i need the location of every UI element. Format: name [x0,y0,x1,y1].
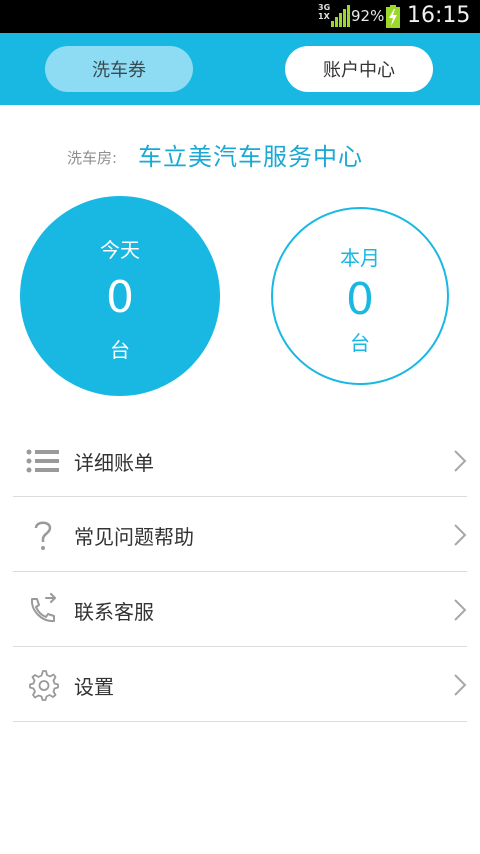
menu-item-bill-details[interactable]: 详细账单 [13,423,467,497]
menu-item-settings[interactable]: 设置 [13,647,467,722]
chevron-right-icon [454,524,467,546]
battery-percent: 92% [351,7,385,25]
signal-strength-icon [331,5,350,27]
menu-item-label: 常见问题帮助 [74,525,194,549]
chevron-right-icon [454,599,467,621]
clock: 16:15 [407,3,471,28]
month-count-circle: 本月 0 台 [271,207,449,385]
network-type: 3G 1X [318,3,330,21]
month-label: 本月 [340,246,380,270]
menu-item-label: 详细账单 [74,451,154,475]
chevron-right-icon [454,674,467,696]
question-icon [34,521,52,550]
today-unit: 台 [110,338,130,362]
shop-info: 洗车房: 车立美汽车服务中心 [0,130,480,176]
battery-charging-icon [386,5,400,28]
gear-icon [29,670,59,701]
today-label: 今天 [100,238,140,262]
shop-label: 洗车房: [67,149,118,167]
today-count: 0 [106,272,134,323]
tab-account-center[interactable]: 账户中心 [285,46,433,92]
network-type-top: 3G [318,3,331,12]
status-bar: 3G 1X 92% 16:15 [0,0,480,33]
list-icon [26,449,59,473]
menu-item-contact-support[interactable]: 联系客服 [13,572,467,647]
menu-item-faq-help[interactable]: 常见问题帮助 [13,497,467,572]
phone-icon [30,593,56,623]
month-count: 0 [346,274,374,325]
shop-name: 车立美汽车服务中心 [138,143,363,171]
today-count-circle: 今天 0 台 [20,196,220,396]
menu-list: 详细账单 常见问题帮助 联系客服 设置 [0,423,480,722]
network-type-bottom: 1X [318,12,330,21]
tab-coupons[interactable]: 洗车券 [45,46,193,92]
menu-item-label: 联系客服 [74,600,154,624]
month-unit: 台 [350,331,370,355]
header-bar: 洗车券 账户中心 [0,33,480,105]
menu-item-label: 设置 [74,675,114,699]
chevron-right-icon [454,450,467,472]
